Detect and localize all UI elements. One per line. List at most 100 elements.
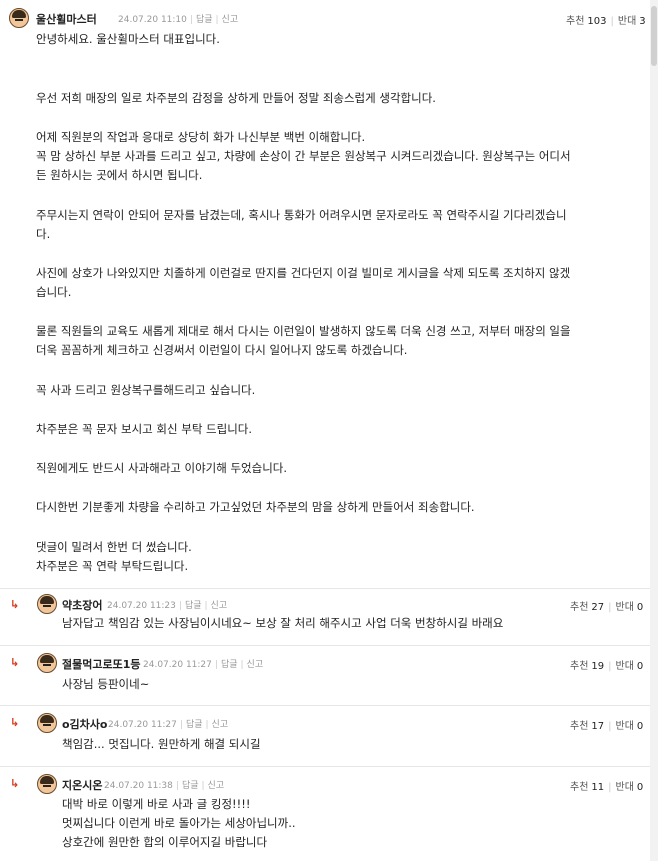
reply-meta: 24.07.20 11:27 | 답글 | 신고 <box>108 717 228 730</box>
reply-author[interactable]: 절물먹고로또1등 <box>62 656 141 672</box>
comment-line: 안녕하세요. 울산휠마스터 대표입니다. <box>36 32 220 46</box>
downvote-label: 반대 <box>615 661 634 672</box>
downvote-button[interactable]: 반대 0 <box>616 782 644 793</box>
vote-area: 추천 103 | 반대 3 <box>566 12 646 27</box>
downvote-label: 반대 <box>617 16 637 27</box>
avatar-icon[interactable] <box>9 8 29 28</box>
reply-date: 24.07.20 11:27 <box>143 660 212 670</box>
upvote-count: 19 <box>591 661 605 672</box>
upvote-count: 103 <box>587 16 607 27</box>
reply-author[interactable]: 지온시온 <box>62 777 102 793</box>
vote-separator: | <box>608 721 612 732</box>
upvote-button[interactable]: 추천 27 <box>570 602 604 613</box>
vote-area: 추천 19 | 반대 0 <box>570 657 643 672</box>
scrollbar-thumb[interactable] <box>651 6 657 66</box>
reply-line: 상호간에 원만한 합의 이루어지길 바랍니다 <box>62 835 268 849</box>
upvote-button[interactable]: 추천 19 <box>570 661 604 672</box>
comment-line: 댓글이 밀려서 한번 더 썼습니다. <box>36 540 192 554</box>
meta-separator: | <box>214 660 218 670</box>
downvote-button[interactable]: 반대 3 <box>618 16 646 27</box>
downvote-label: 반대 <box>615 782 634 793</box>
meta-separator: | <box>179 720 183 730</box>
reply-arrow-icon: ↳ <box>10 598 20 611</box>
upvote-label: 추천 <box>570 602 589 613</box>
reply-meta: 24.07.20 11:38 | 답글 | 신고 <box>104 778 224 791</box>
meta-separator: | <box>240 660 244 670</box>
avatar-icon[interactable] <box>37 594 57 614</box>
reply-button[interactable]: 답글 <box>221 660 238 670</box>
comment-thread: 울산휠마스터 24.07.20 11:10 | 답글 | 신고 추천 103 | 반대 3 안녕… <box>0 0 658 861</box>
comment-line: 차주분은 꼭 문자 보시고 회신 부탁 드립니다. <box>36 422 253 436</box>
reply-line: 남자답고 책임감 있는 사장님이시네요~ 보상 잘 처리 해주시고 사업 더욱 … <box>62 616 504 630</box>
comment-line: 꼭 사과 드리고 원상복구를해드리고 싶습니다. <box>36 383 256 397</box>
main-comment: 울산휠마스터 24.07.20 11:10 | 답글 | 신고 추천 103 | 반대 3 안녕… <box>0 0 650 585</box>
downvote-label: 반대 <box>615 721 634 732</box>
upvote-button[interactable]: 추천 103 <box>566 16 607 27</box>
reply-arrow-icon: ↳ <box>10 716 20 729</box>
comment-line: 차주분은 꼭 연락 부탁드립니다. <box>36 559 189 573</box>
divider <box>0 588 650 589</box>
upvote-button[interactable]: 추천 17 <box>570 721 604 732</box>
meta-separator: | <box>175 781 179 791</box>
meta-separator: | <box>205 720 209 730</box>
report-button[interactable]: 신고 <box>208 781 225 791</box>
upvote-label: 추천 <box>570 721 589 732</box>
reply-button[interactable]: 답글 <box>186 720 203 730</box>
meta-separator: | <box>201 781 205 791</box>
comment-meta: 24.07.20 11:10 | 답글 | 신고 <box>118 12 238 25</box>
report-button[interactable]: 신고 <box>247 660 264 670</box>
downvote-button[interactable]: 반대 0 <box>616 661 644 672</box>
reply-button[interactable]: 답글 <box>185 601 202 611</box>
downvote-count: 0 <box>636 602 644 613</box>
reply-button[interactable]: 답글 <box>182 781 199 791</box>
report-button[interactable]: 신고 <box>211 601 228 611</box>
comment-line: 사진에 상호가 나와있지만 치졸하게 이런걸로 딴지를 건다던지 이걸 빌미로 … <box>36 266 571 280</box>
reply-date: 24.07.20 11:23 <box>107 601 176 611</box>
reply-meta: 24.07.20 11:27 | 답글 | 신고 <box>143 657 263 670</box>
comment-line: 물론 직원들의 교육도 새롭게 제대로 해서 다시는 이런일이 발생하지 않도록… <box>36 324 571 338</box>
upvote-label: 추천 <box>566 16 585 27</box>
comment-line: 습니다. <box>36 285 72 299</box>
upvote-button[interactable]: 추천 11 <box>570 782 604 793</box>
comment-line: 꼭 맘 상하신 부분 사과를 드리고 싶고, 차량에 손상이 간 부분은 원상복… <box>36 149 571 163</box>
vote-area: 추천 17 | 반대 0 <box>570 717 643 732</box>
avatar-icon[interactable] <box>37 774 57 794</box>
downvote-button[interactable]: 반대 0 <box>616 721 644 732</box>
meta-separator: | <box>189 15 193 25</box>
comment-line: 주무시는지 연락이 안되어 문자를 남겼는데, 혹시나 통화가 어려우시면 문자… <box>36 208 567 222</box>
comment-line: 든 원하시는 곳에서 하시면 됩니다. <box>36 168 203 182</box>
downvote-count: 0 <box>636 782 644 793</box>
reply-date: 24.07.20 11:27 <box>108 720 177 730</box>
avatar-icon[interactable] <box>37 713 57 733</box>
vote-separator: | <box>608 661 612 672</box>
upvote-label: 추천 <box>570 661 589 672</box>
divider <box>0 766 650 767</box>
meta-separator: | <box>215 15 219 25</box>
comment-line: 우선 저희 매장의 일로 차주분의 감정을 상하게 만들어 정말 죄송스럽게 생… <box>36 91 436 105</box>
avatar-icon[interactable] <box>37 653 57 673</box>
comment-date: 24.07.20 11:10 <box>118 15 187 25</box>
comment-line: 직원에게도 반드시 사과해라고 이야기해 두었습니다. <box>36 461 288 475</box>
upvote-count: 17 <box>591 721 605 732</box>
upvote-count: 27 <box>591 602 605 613</box>
reply-date: 24.07.20 11:38 <box>104 781 173 791</box>
reply-line: 멋찌십니다 이런게 바로 돌아가는 세상아닙니까.. <box>62 816 296 830</box>
reply-arrow-icon: ↳ <box>10 656 20 669</box>
upvote-count: 11 <box>591 782 605 793</box>
comment-author[interactable]: 울산휠마스터 <box>36 11 97 27</box>
downvote-label: 반대 <box>615 602 634 613</box>
reply-author[interactable]: 약초장어 <box>62 597 102 613</box>
downvote-count: 3 <box>639 16 646 27</box>
report-button[interactable]: 신고 <box>212 720 229 730</box>
downvote-button[interactable]: 반대 0 <box>616 602 644 613</box>
vote-area: 추천 27 | 반대 0 <box>570 598 643 613</box>
report-button[interactable]: 신고 <box>222 15 239 25</box>
reply-button[interactable]: 답글 <box>196 15 213 25</box>
scrollbar[interactable] <box>650 0 658 861</box>
reply-author[interactable]: o김차사o <box>62 716 107 732</box>
comment-line: 다시한번 기분좋게 차량을 수리하고 가고싶었던 차주분의 맘을 상하게 만들어… <box>36 500 475 514</box>
vote-separator: | <box>608 602 612 613</box>
comment-line: 어제 직원분의 작업과 응대로 상당히 화가 나신부분 백번 이해합니다. <box>36 130 366 144</box>
reply-line: 책임감... 멋집니다. 원만하게 해결 되시길 <box>62 737 261 751</box>
reply-line: 대박 바로 이렇게 바로 사과 글 킹정!!!! <box>62 797 251 811</box>
